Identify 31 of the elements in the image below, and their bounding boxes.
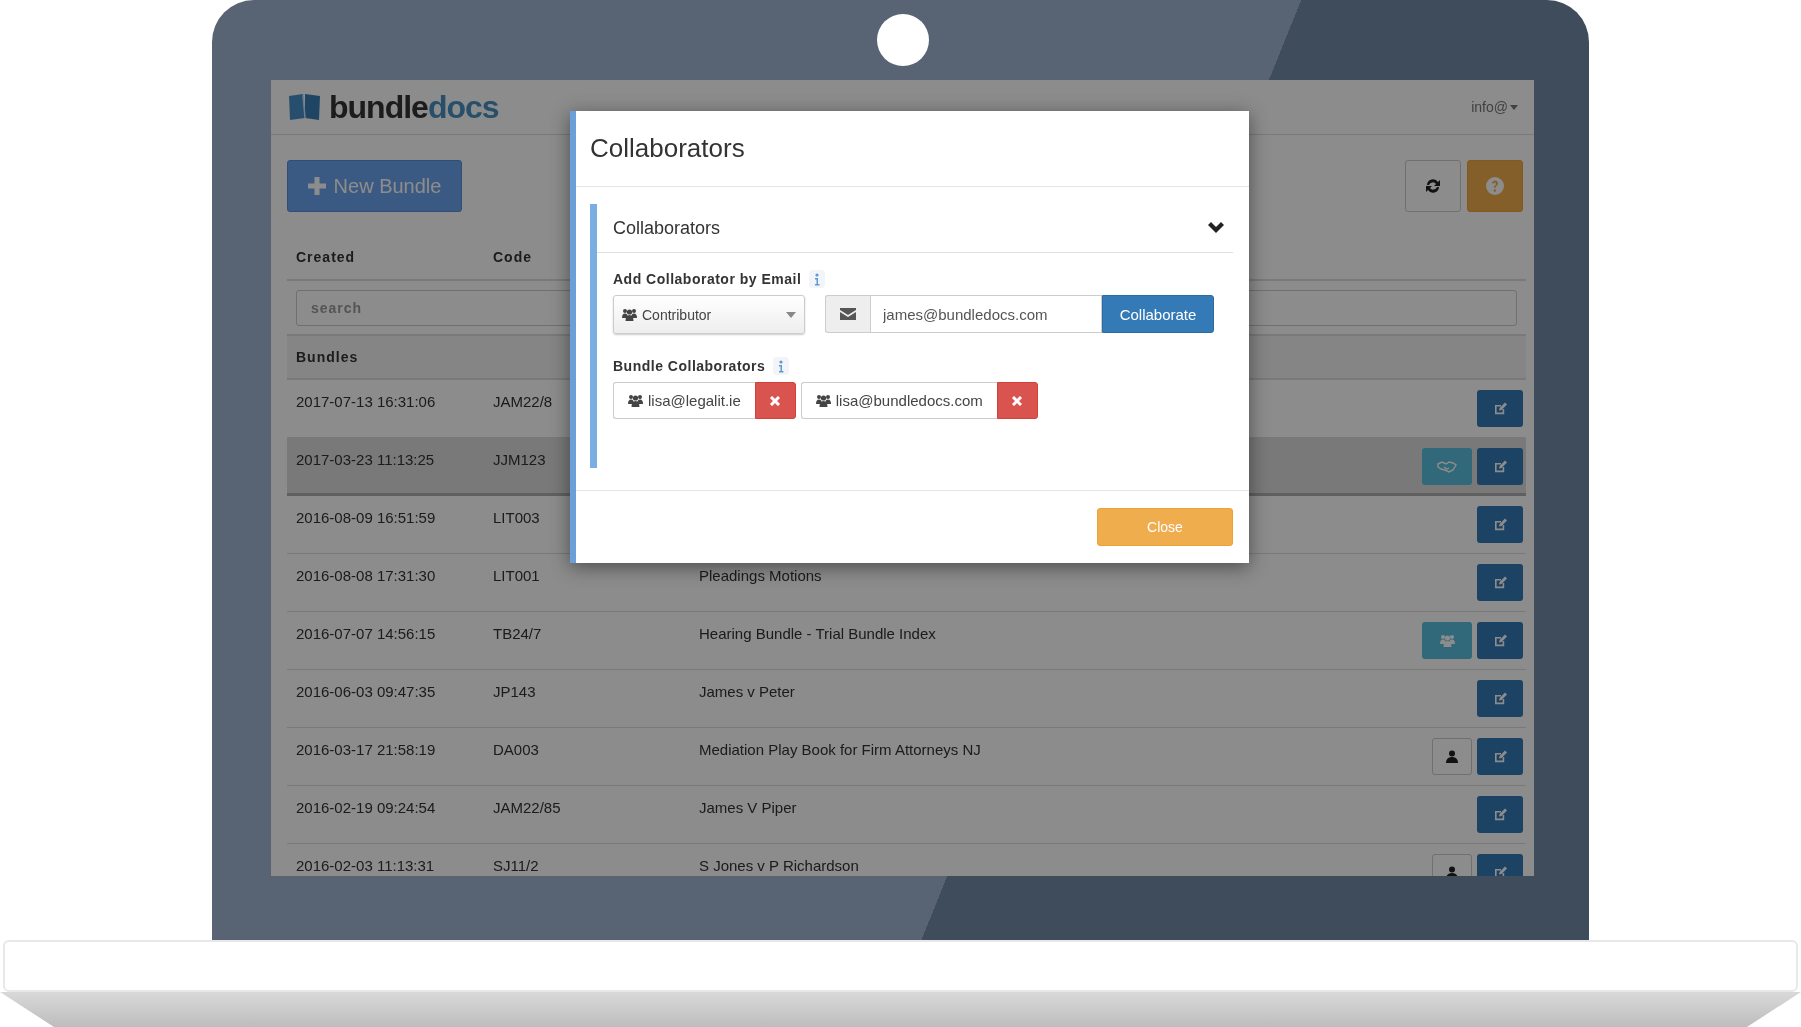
dialog-title: Collaborators: [590, 133, 745, 164]
table-cell: S Jones v P Richardson: [699, 857, 859, 874]
table-cell: 2016-02-19 09:24:54: [296, 799, 436, 816]
collaborator-tag: lisa@bundledocs.com: [800, 382, 997, 419]
table-cell: SJ11/2: [493, 857, 539, 874]
group-label: Bundles: [296, 349, 359, 365]
table-cell: 2017-07-13 16:31:06: [296, 393, 436, 410]
field-label: Add Collaborator by Email: [613, 271, 802, 287]
table-cell: 2016-03-17 21:58:19: [296, 741, 436, 758]
table-cell: JP143: [493, 683, 536, 700]
field-label: Bundle Collaborators: [613, 358, 766, 374]
table-cell: TB24/7: [493, 625, 542, 642]
table-cell: Pleadings Motions: [699, 567, 822, 584]
table-cell: 2016-02-03 11:13:31: [296, 857, 435, 874]
table-cell: JAM22/8: [493, 393, 553, 410]
logo-text: bundledocs: [329, 88, 499, 126]
table-cell: Hearing Bundle - Trial Bundle Index: [699, 625, 936, 642]
table-cell: 2017-03-23 11:13:25: [296, 451, 435, 468]
collaborator-tag: lisa@legalit.ie: [613, 382, 755, 419]
table-cell: 2016-07-07 14:56:15: [296, 625, 436, 642]
table-cell: Mediation Play Book for Firm Attorneys NJ: [699, 741, 981, 758]
table-cell: James V Piper: [699, 799, 797, 816]
table-cell: 2016-08-08 17:31:30: [296, 567, 436, 584]
table-cell: JJM123: [493, 451, 546, 468]
table-cell: James v Peter: [699, 683, 795, 700]
table-cell: 2016-08-09 16:51:59: [296, 509, 436, 526]
table-cell: LIT001: [493, 567, 540, 584]
table-cell: JAM22/85: [493, 799, 561, 816]
table-cell: LIT003: [493, 509, 540, 526]
table-cell: 2016-06-03 09:47:35: [296, 683, 436, 700]
table-cell: DA003: [493, 741, 539, 758]
